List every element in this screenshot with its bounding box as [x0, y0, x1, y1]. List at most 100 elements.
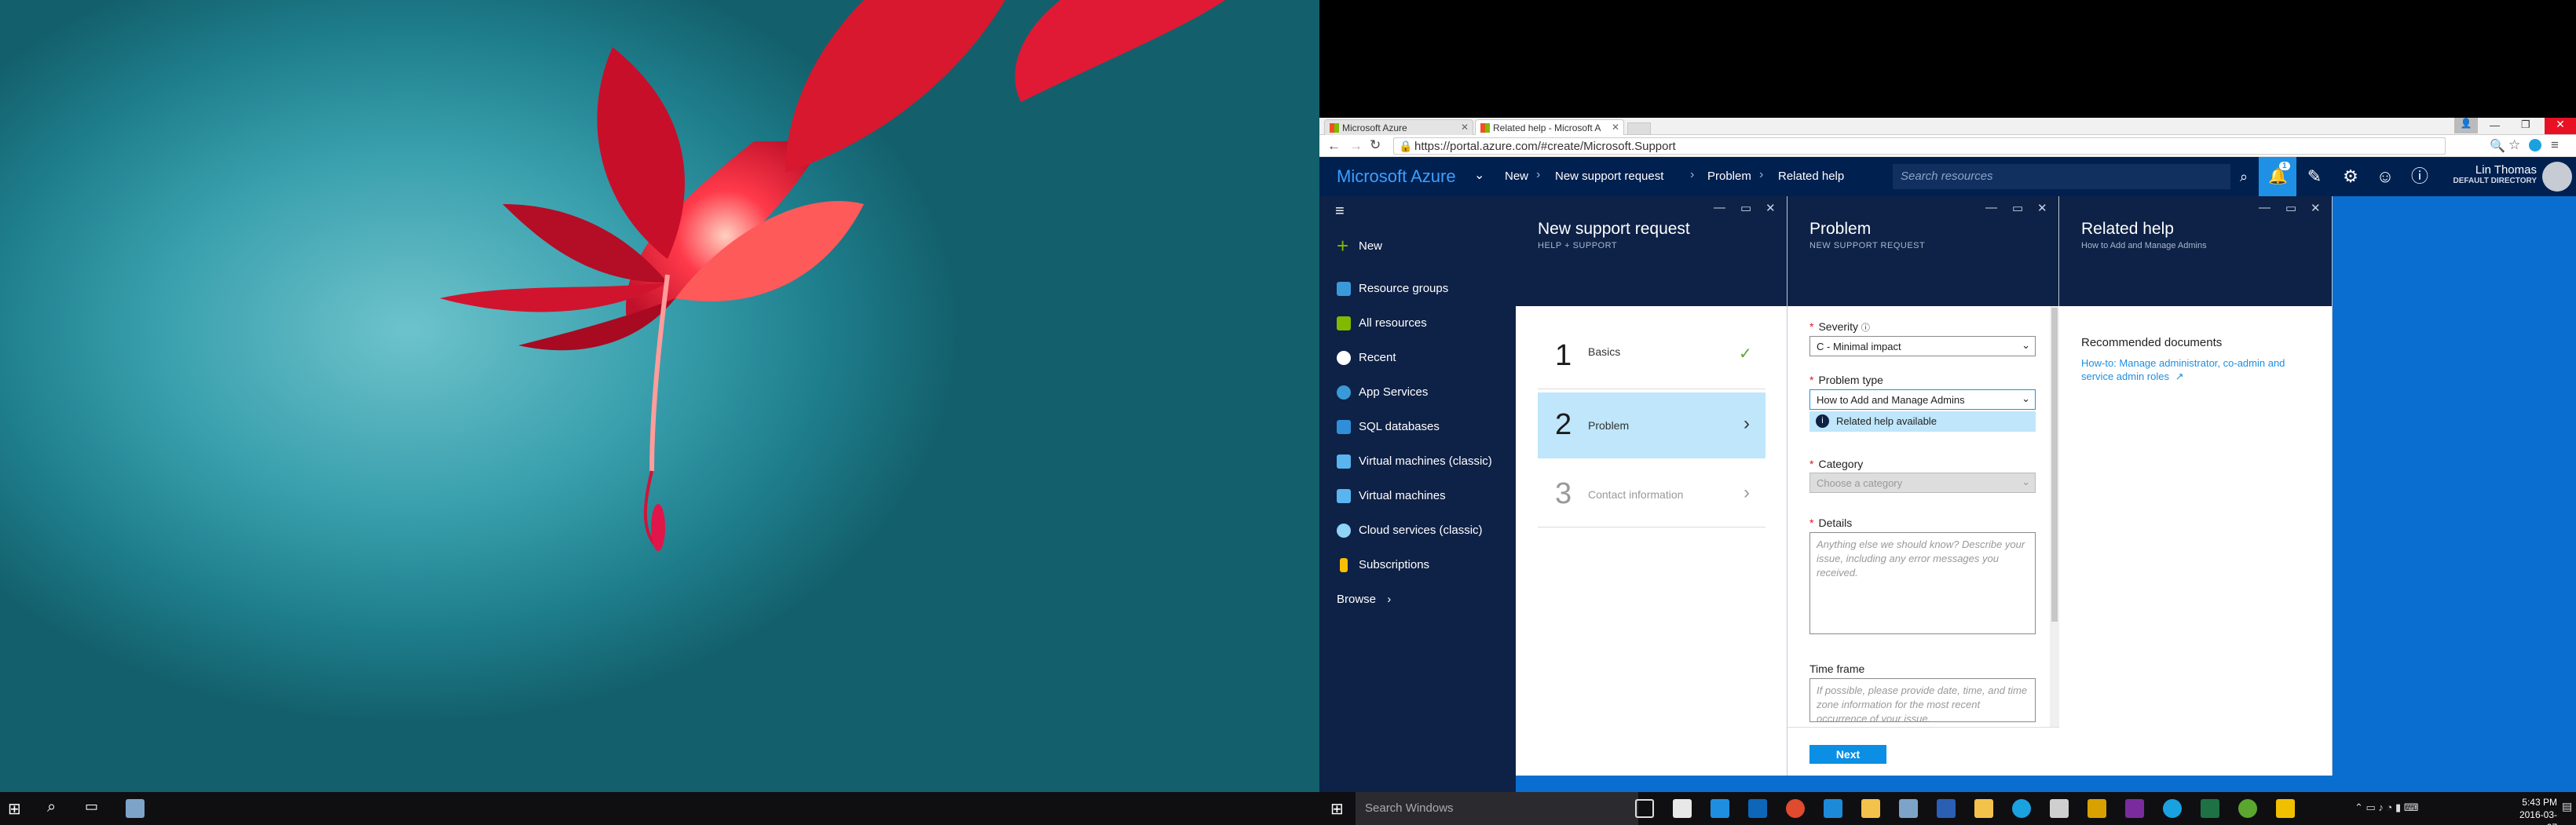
search-icon[interactable]: ⌕ — [47, 798, 56, 816]
tab-close-icon[interactable]: ✕ — [1461, 122, 1469, 133]
nav-new[interactable]: + New — [1329, 232, 1509, 261]
breadcrumb-problem[interactable]: Problem — [1707, 170, 1751, 183]
step-contact-information[interactable]: 3 Contact information › — [1538, 462, 1766, 527]
folder-icon[interactable] — [1974, 799, 1993, 818]
close-blade-icon[interactable]: ✕ — [2311, 201, 2321, 215]
onenote-icon[interactable] — [2125, 799, 2144, 818]
minimize-blade-icon[interactable]: — — [1985, 201, 1997, 214]
search-resources-input[interactable]: Search resources — [1893, 164, 2230, 189]
excel-icon[interactable] — [2201, 799, 2219, 818]
profile-button[interactable]: 👤 — [2454, 118, 2478, 133]
nav-resource-groups[interactable]: Resource groups — [1329, 275, 1509, 303]
word-icon[interactable] — [1937, 799, 1956, 818]
minimize-button[interactable]: — — [2490, 119, 2500, 131]
file-explorer-icon[interactable] — [1861, 799, 1880, 818]
new-tab-button[interactable] — [1627, 122, 1651, 135]
system-tray-icons[interactable]: ⌃ ▭ ♪ ◔ ▮ ⌨ — [2355, 801, 2419, 814]
help-icon[interactable]: ⓘ — [2406, 163, 2433, 190]
azure-favicon-icon — [1330, 123, 1339, 133]
key-icon — [1340, 558, 1348, 572]
maximize-button[interactable]: ❐ — [2521, 119, 2530, 131]
avatar[interactable] — [2542, 162, 2572, 192]
details-textarea[interactable]: Anything else we should know? Describe y… — [1809, 532, 2036, 634]
category-select[interactable]: Choose a category ⌄ — [1809, 473, 2036, 493]
windows-start-icon[interactable]: ⊞ — [1330, 799, 1344, 819]
nav-subscriptions[interactable]: Subscriptions — [1329, 551, 1509, 579]
recommended-documents-heading: Recommended documents — [2081, 336, 2223, 349]
clock[interactable]: 5:43 PM 2016-03-07 — [2510, 796, 2557, 825]
next-button[interactable]: Next — [1809, 745, 1886, 764]
scrollbar[interactable] — [2050, 306, 2059, 730]
step-basics[interactable]: 1 Basics ✓ — [1538, 323, 1766, 389]
maximize-blade-icon[interactable]: ▭ — [2012, 201, 2023, 215]
nav-recent[interactable]: Recent — [1329, 344, 1509, 372]
hamburger-menu-icon[interactable]: ≡ — [1335, 203, 1345, 221]
resource-groups-icon — [1337, 282, 1351, 296]
app-icon[interactable] — [2238, 799, 2257, 818]
chevron-down-icon: ⌄ — [2022, 339, 2030, 351]
breadcrumb-new-support-request[interactable]: New support request — [1555, 170, 1663, 183]
nav-cloud-services[interactable]: Cloud services (classic) — [1329, 517, 1509, 545]
tab-related-help[interactable]: Related help - Microsoft A ✕ — [1475, 119, 1624, 135]
notification-center-icon[interactable]: ▤ — [2562, 800, 2572, 813]
breadcrumb-new[interactable]: New — [1505, 170, 1528, 183]
task-view-icon[interactable] — [1635, 799, 1654, 818]
search-windows-input[interactable]: Search Windows — [1356, 792, 1638, 825]
close-blade-icon[interactable]: ✕ — [1766, 201, 1776, 215]
nav-all-resources[interactable]: All resources — [1329, 309, 1509, 338]
gear-icon[interactable]: ⚙ — [2337, 163, 2364, 190]
back-icon[interactable]: ← — [1327, 138, 1341, 154]
step-problem[interactable]: 2 Problem › — [1538, 392, 1766, 458]
reload-icon[interactable]: ↻ — [1370, 137, 1381, 153]
user-menu[interactable]: Lin Thomas DEFAULT DIRECTORY — [2435, 163, 2537, 185]
pencil-icon[interactable]: ✎ — [2301, 163, 2328, 190]
tab-close-icon[interactable]: ✕ — [1612, 122, 1619, 133]
smiley-icon[interactable]: ☺ — [2372, 163, 2399, 190]
app-icon[interactable] — [1899, 799, 1918, 818]
settings-icon[interactable] — [2050, 799, 2069, 818]
doc-link[interactable]: How-to: Manage administrator, co-admin a… — [2081, 356, 2309, 383]
skype-icon[interactable] — [2012, 799, 2031, 818]
tab-microsoft-azure[interactable]: Microsoft Azure ✕ — [1324, 119, 1473, 135]
menu-icon[interactable]: ≡ — [2551, 137, 2559, 153]
windows-start-icon[interactable]: ⊞ — [8, 799, 21, 819]
url-field[interactable]: 🔒 https://portal.azure.com/#create/Micro… — [1393, 137, 2446, 155]
related-help-banner[interactable]: i Related help available — [1809, 411, 2036, 432]
notifications-button[interactable]: 🔔 1 — [2259, 157, 2296, 196]
outlook-icon[interactable] — [1748, 799, 1767, 818]
brand-logo[interactable]: Microsoft Azure — [1337, 166, 1456, 187]
minimize-blade-icon[interactable]: — — [1714, 201, 1725, 214]
forward-icon[interactable]: → — [1349, 138, 1363, 154]
problem-type-select[interactable]: How to Add and Manage Admins ⌄ — [1809, 389, 2036, 410]
app-icon[interactable] — [2088, 799, 2106, 818]
ie-icon[interactable] — [1824, 799, 1842, 818]
skype-extension-icon[interactable] — [2529, 139, 2541, 151]
nav-browse[interactable]: Browse › — [1329, 586, 1509, 614]
close-window-button[interactable]: ✕ — [2545, 118, 2576, 134]
search-icon[interactable]: ⌕ — [2230, 163, 2257, 190]
maximize-blade-icon[interactable]: ▭ — [1740, 201, 1751, 215]
time-frame-textarea[interactable]: If possible, please provide date, time, … — [1809, 678, 2036, 722]
nav-vm-classic[interactable]: Virtual machines (classic) — [1329, 447, 1509, 476]
chevron-down-icon[interactable]: ⌄ — [1474, 167, 1484, 183]
skype-icon[interactable] — [2163, 799, 2182, 818]
blade-related-help: Related help How to Add and Manage Admin… — [2059, 196, 2333, 776]
edge-icon[interactable] — [1711, 799, 1729, 818]
app-pinned-icon[interactable] — [126, 799, 145, 818]
chevron-down-icon: ⌄ — [2022, 476, 2030, 487]
nav-virtual-machines[interactable]: Virtual machines — [1329, 482, 1509, 510]
severity-select[interactable]: C - Minimal impact ⌄ — [1809, 336, 2036, 356]
breadcrumb-related-help[interactable]: Related help — [1778, 170, 1844, 183]
task-view-icon[interactable]: ▭ — [85, 798, 98, 815]
chrome-icon[interactable] — [1786, 799, 1805, 818]
bookmark-star-icon[interactable]: ☆ — [2508, 137, 2520, 153]
maximize-blade-icon[interactable]: ▭ — [2285, 201, 2296, 215]
minimize-blade-icon[interactable]: — — [2259, 201, 2270, 214]
nav-app-services[interactable]: App Services — [1329, 378, 1509, 407]
nav-sql-databases[interactable]: SQL databases — [1329, 413, 1509, 441]
app-icon[interactable] — [2276, 799, 2295, 818]
zoom-icon[interactable]: 🔍 — [2490, 138, 2505, 154]
close-blade-icon[interactable]: ✕ — [2037, 201, 2047, 215]
blade-problem: Problem NEW SUPPORT REQUEST — ▭ ✕ * Sever… — [1787, 196, 2059, 776]
store-icon[interactable] — [1673, 799, 1692, 818]
